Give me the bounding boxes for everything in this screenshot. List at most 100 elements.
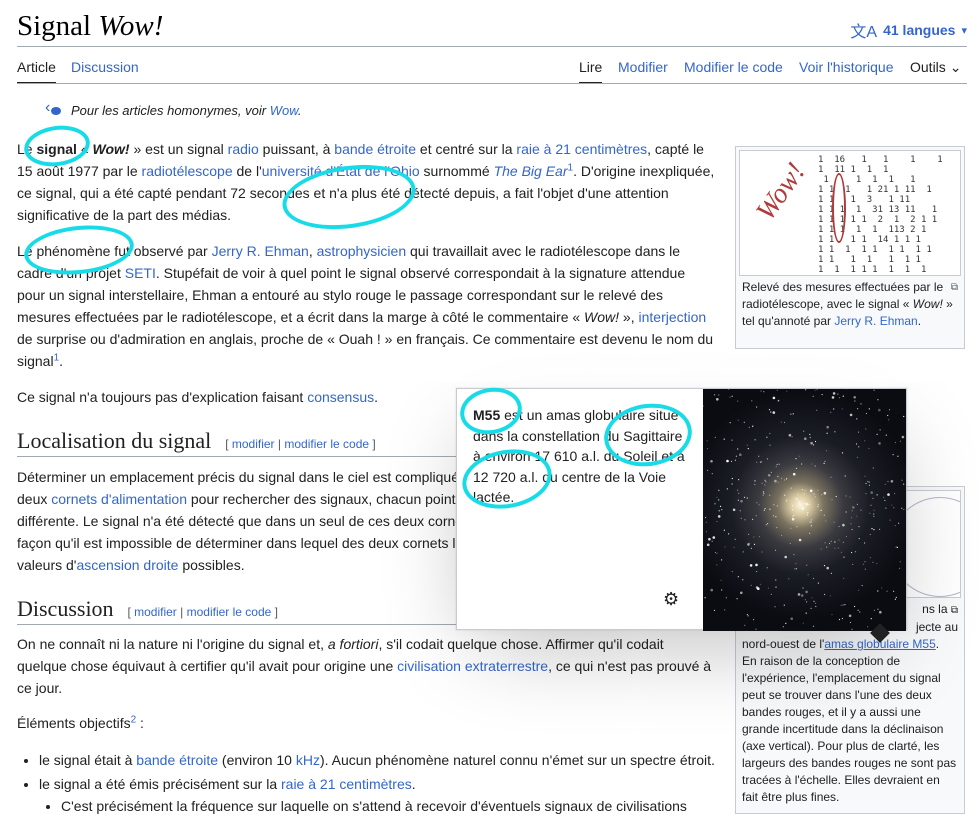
star xyxy=(842,541,844,543)
link-jerry-ehman[interactable]: Jerry R. Ehman xyxy=(834,314,917,328)
star xyxy=(884,483,886,485)
text: Le phénomène fut observé par xyxy=(17,243,212,259)
section-edit-links: [ modifier | modifier le code ] xyxy=(127,605,278,619)
star xyxy=(735,455,737,457)
star xyxy=(752,619,755,621)
edit-section-link[interactable]: modifier xyxy=(232,437,275,451)
link-radio[interactable]: radio xyxy=(228,141,259,157)
intro-paragraph-1: Le signal « Wow! » est un signal radio p… xyxy=(17,138,717,226)
tab-read[interactable]: Lire xyxy=(579,58,603,84)
star xyxy=(872,467,874,469)
star xyxy=(878,442,881,445)
star xyxy=(737,499,739,501)
star xyxy=(782,626,784,628)
star xyxy=(832,392,836,395)
star xyxy=(718,499,720,501)
link-raie-21cm[interactable]: raie à 21 centimètres xyxy=(281,776,412,792)
tab-edit[interactable]: Modifier xyxy=(618,58,668,84)
star xyxy=(893,507,895,509)
star xyxy=(761,551,763,553)
languages-button[interactable]: 文A 41 langues ▾ xyxy=(850,18,967,42)
star xyxy=(758,504,760,506)
star xyxy=(838,397,840,399)
star xyxy=(803,493,805,495)
star xyxy=(731,571,733,573)
link-interjection[interactable]: interjection xyxy=(639,309,707,325)
link-radiotelescope[interactable]: radiotélescope xyxy=(142,163,233,179)
star xyxy=(725,597,727,599)
link-cornets-alimentation[interactable]: cornets d'alimentation xyxy=(51,491,187,507)
link-raie-21cm[interactable]: raie à 21 centimètres xyxy=(516,141,647,157)
text: ns la xyxy=(922,602,948,616)
star xyxy=(731,395,733,397)
star xyxy=(901,507,903,509)
title-row: Signal Wow! 文A 41 langues ▾ xyxy=(17,8,967,48)
star xyxy=(814,440,817,443)
star xyxy=(821,494,823,496)
link-big-ear[interactable]: The Big Ear xyxy=(494,163,568,179)
edit-source-section-link[interactable]: modifier le code xyxy=(187,605,272,619)
tab-history[interactable]: Voir l'historique xyxy=(799,58,894,84)
star xyxy=(780,477,783,479)
link-bande-etroite[interactable]: bande étroite xyxy=(334,141,416,157)
popup-thumbnail-m55[interactable] xyxy=(702,389,906,631)
star xyxy=(801,507,804,510)
enlarge-icon[interactable]: ⧉ xyxy=(951,605,958,616)
star xyxy=(714,503,716,505)
star xyxy=(856,503,858,505)
star xyxy=(826,546,828,548)
printout-image[interactable]: Wow! 1 16 1 1 1 1 1 11 1 1 1 1 1 1 1 1 1… xyxy=(739,150,961,276)
tab-tools[interactable]: Outils ⌄ xyxy=(910,58,961,84)
star xyxy=(849,496,851,498)
star xyxy=(894,525,896,527)
link-ascension-droite[interactable]: ascension droite xyxy=(76,557,178,573)
star-field xyxy=(702,389,905,630)
link-civilisation-extraterrestre[interactable]: civilisation extraterrestre xyxy=(397,658,548,674)
link-universite-ohio[interactable]: université d'État de l'Ohio xyxy=(262,163,420,179)
star xyxy=(864,561,866,563)
star xyxy=(842,395,844,397)
star xyxy=(716,564,718,566)
star xyxy=(792,472,796,476)
star xyxy=(813,600,815,602)
tab-discussion[interactable]: Discussion xyxy=(71,58,139,84)
text: puissant, à xyxy=(258,141,335,157)
star xyxy=(872,497,874,499)
star xyxy=(812,444,815,446)
link-bande-etroite[interactable]: bande étroite xyxy=(136,752,218,768)
tab-edit-source[interactable]: Modifier le code xyxy=(684,58,783,84)
link-preview-popup[interactable]: M55 est un amas globulaire situé dans la… xyxy=(456,388,907,631)
edit-section-link[interactable]: modifier xyxy=(134,605,177,619)
star xyxy=(869,533,871,536)
star xyxy=(825,450,828,452)
star xyxy=(891,504,893,506)
star xyxy=(815,605,817,608)
star xyxy=(762,491,764,493)
link-seti[interactable]: SETI xyxy=(125,265,156,281)
star xyxy=(727,533,730,535)
star xyxy=(843,556,845,558)
star xyxy=(794,568,796,570)
settings-gear-icon[interactable]: ⚙ xyxy=(663,589,679,610)
link-jerry-ehman[interactable]: Jerry R. Ehman xyxy=(212,243,309,259)
link-consensus[interactable]: consensus xyxy=(307,389,374,405)
star xyxy=(790,527,792,529)
link-khz[interactable]: kHz xyxy=(296,752,320,768)
star xyxy=(803,502,805,505)
edit-source-section-link[interactable]: modifier le code xyxy=(284,437,369,451)
hatnote-prefix: Pour les articles homonymes, voir xyxy=(71,103,270,118)
bold-term-wow: Wow! xyxy=(92,141,130,157)
star xyxy=(733,546,735,548)
star xyxy=(743,496,746,498)
star xyxy=(843,577,845,579)
link-astrophysicien[interactable]: astrophysicien xyxy=(317,243,407,259)
star xyxy=(788,578,790,580)
text: pour rechercher des signaux, chacun poin… xyxy=(187,491,464,507)
star xyxy=(830,411,832,413)
enlarge-icon[interactable]: ⧉ xyxy=(951,279,958,296)
hatnote-link-wow[interactable]: Wow xyxy=(270,103,298,118)
star xyxy=(737,576,739,578)
tab-article[interactable]: Article xyxy=(17,58,56,84)
star xyxy=(770,593,772,595)
popup-extract: M55 est un amas globulaire situé dans la… xyxy=(457,389,703,629)
